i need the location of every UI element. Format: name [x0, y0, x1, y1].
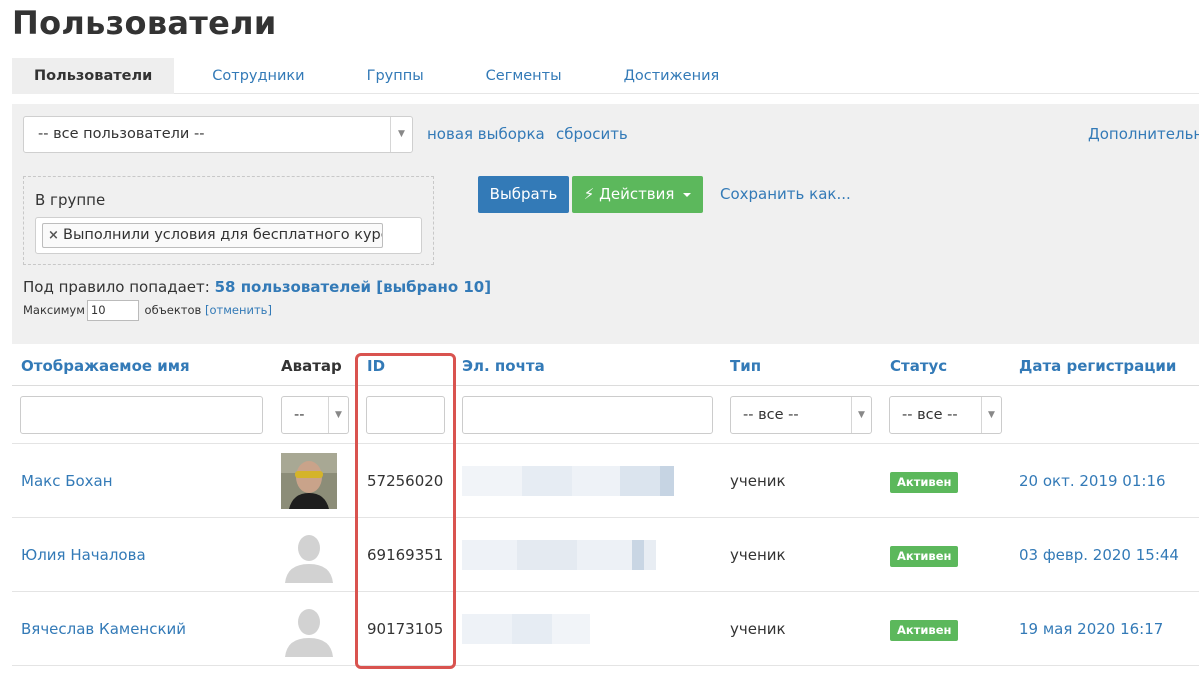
- status-filter-value: -- все --: [902, 407, 958, 423]
- user-type: ученик: [730, 546, 786, 564]
- id-column-highlight: [355, 353, 456, 669]
- column-status[interactable]: Статус: [890, 357, 947, 375]
- avatar-filter-select[interactable]: -- ▼: [281, 396, 349, 434]
- avatar[interactable]: [281, 453, 337, 509]
- status-badge: Активен: [890, 620, 959, 641]
- user-photo-icon: [281, 453, 337, 509]
- avatar[interactable]: [281, 601, 337, 657]
- new-selection-link[interactable]: новая выборка: [427, 125, 545, 143]
- chevron-down-icon: ▼: [981, 397, 1001, 433]
- rule-prefix: Под правило попадает:: [23, 278, 210, 296]
- tab-bar: Пользователи Сотрудники Группы Сегменты …: [12, 58, 1199, 94]
- filter-row: -- ▼ -- все -- ▼ -- все -- ▼: [12, 386, 1199, 444]
- user-type: ученик: [730, 620, 786, 638]
- registration-date: 03 февр. 2020 15:44: [1019, 546, 1179, 564]
- user-type: ученик: [730, 472, 786, 490]
- column-registration-date[interactable]: Дата регистрации: [1019, 357, 1176, 375]
- actions-button-label: Действия: [599, 185, 675, 203]
- registration-date: 20 окт. 2019 01:16: [1019, 472, 1166, 490]
- status-badge: Активен: [890, 546, 959, 567]
- cancel-link[interactable]: отменить: [209, 303, 267, 317]
- group-tag: × Выполнили условия для бесплатного курс…: [42, 223, 383, 248]
- status-badge: Активен: [890, 472, 959, 493]
- max-label: Максимум: [23, 303, 85, 317]
- tab-segments[interactable]: Сегменты: [464, 58, 584, 94]
- column-type[interactable]: Тип: [730, 357, 761, 375]
- tab-groups[interactable]: Группы: [345, 58, 446, 94]
- status-filter-select[interactable]: -- все -- ▼: [889, 396, 1002, 434]
- name-filter-input[interactable]: [20, 396, 263, 434]
- group-tag-label: Выполнили условия для бесплатного курса: [63, 227, 383, 243]
- max-objects-input[interactable]: 10: [86, 300, 139, 321]
- tab-employees[interactable]: Сотрудники: [190, 58, 326, 94]
- table-header: Отображаемое имя Аватар ID Эл. почта Тип…: [12, 346, 1199, 386]
- remove-tag-icon[interactable]: ×: [48, 224, 59, 247]
- chevron-down-icon: ▼: [328, 397, 348, 433]
- type-filter-value: -- все --: [743, 407, 799, 423]
- page-title: Пользователи: [12, 4, 277, 42]
- type-filter-select[interactable]: -- все -- ▼: [730, 396, 872, 434]
- tab-achievements[interactable]: Достижения: [602, 58, 742, 94]
- registration-date: 19 мая 2020 16:17: [1019, 620, 1164, 638]
- choose-button[interactable]: Выбрать: [478, 176, 569, 213]
- column-email[interactable]: Эл. почта: [462, 357, 545, 375]
- chevron-down-icon: ▼: [851, 397, 871, 433]
- additional-link[interactable]: Дополнительн: [1088, 125, 1199, 143]
- default-avatar-icon: [281, 601, 337, 657]
- group-label: В группе: [35, 191, 106, 209]
- user-name-link[interactable]: Макс Бохан: [21, 472, 113, 490]
- max-objects-line: Максимум 10 объектов [отменить]: [23, 300, 272, 321]
- avatar-filter-value: --: [294, 407, 305, 423]
- avatar[interactable]: [281, 527, 337, 583]
- table-row: Вячеслав Каменский 90173105 ученик Актив…: [12, 592, 1199, 666]
- caret-down-icon: [683, 192, 692, 197]
- objects-label: объектов: [144, 303, 202, 317]
- lightning-icon: ⚡: [583, 185, 595, 203]
- filter-panel: -- все пользователи -- ▼ новая выборка с…: [12, 104, 1199, 344]
- column-display-name[interactable]: Отображаемое имя: [21, 357, 190, 375]
- column-avatar: Аватар: [281, 357, 342, 375]
- user-name-link[interactable]: Юлия Началова: [21, 546, 146, 564]
- group-condition-box: В группе × Выполнили условия для бесплат…: [23, 176, 434, 265]
- table-row: Макс Бохан 57256020 ученик Активен 20 ок…: [12, 444, 1199, 518]
- reset-link[interactable]: сбросить: [556, 125, 628, 143]
- save-as-link[interactable]: Сохранить как...: [720, 185, 851, 203]
- default-avatar-icon: [281, 527, 337, 583]
- email-filter-input[interactable]: [462, 396, 713, 434]
- user-set-select[interactable]: -- все пользователи -- ▼: [23, 116, 413, 153]
- user-name-link[interactable]: Вячеслав Каменский: [21, 620, 186, 638]
- rule-summary: Под правило попадает: 58 пользователей […: [23, 278, 491, 296]
- table-row: Юлия Началова 69169351 ученик Активен 03…: [12, 518, 1199, 592]
- group-input[interactable]: × Выполнили условия для бесплатного курс…: [35, 217, 422, 254]
- rule-count-link[interactable]: 58 пользователей [выбрано 10]: [215, 278, 492, 296]
- cancel-bracket-close: ]: [267, 303, 272, 317]
- actions-button[interactable]: ⚡ Действия: [572, 176, 703, 213]
- user-set-select-value: -- все пользователи --: [38, 126, 205, 142]
- tab-users[interactable]: Пользователи: [12, 58, 175, 94]
- chevron-down-icon: ▼: [390, 117, 412, 152]
